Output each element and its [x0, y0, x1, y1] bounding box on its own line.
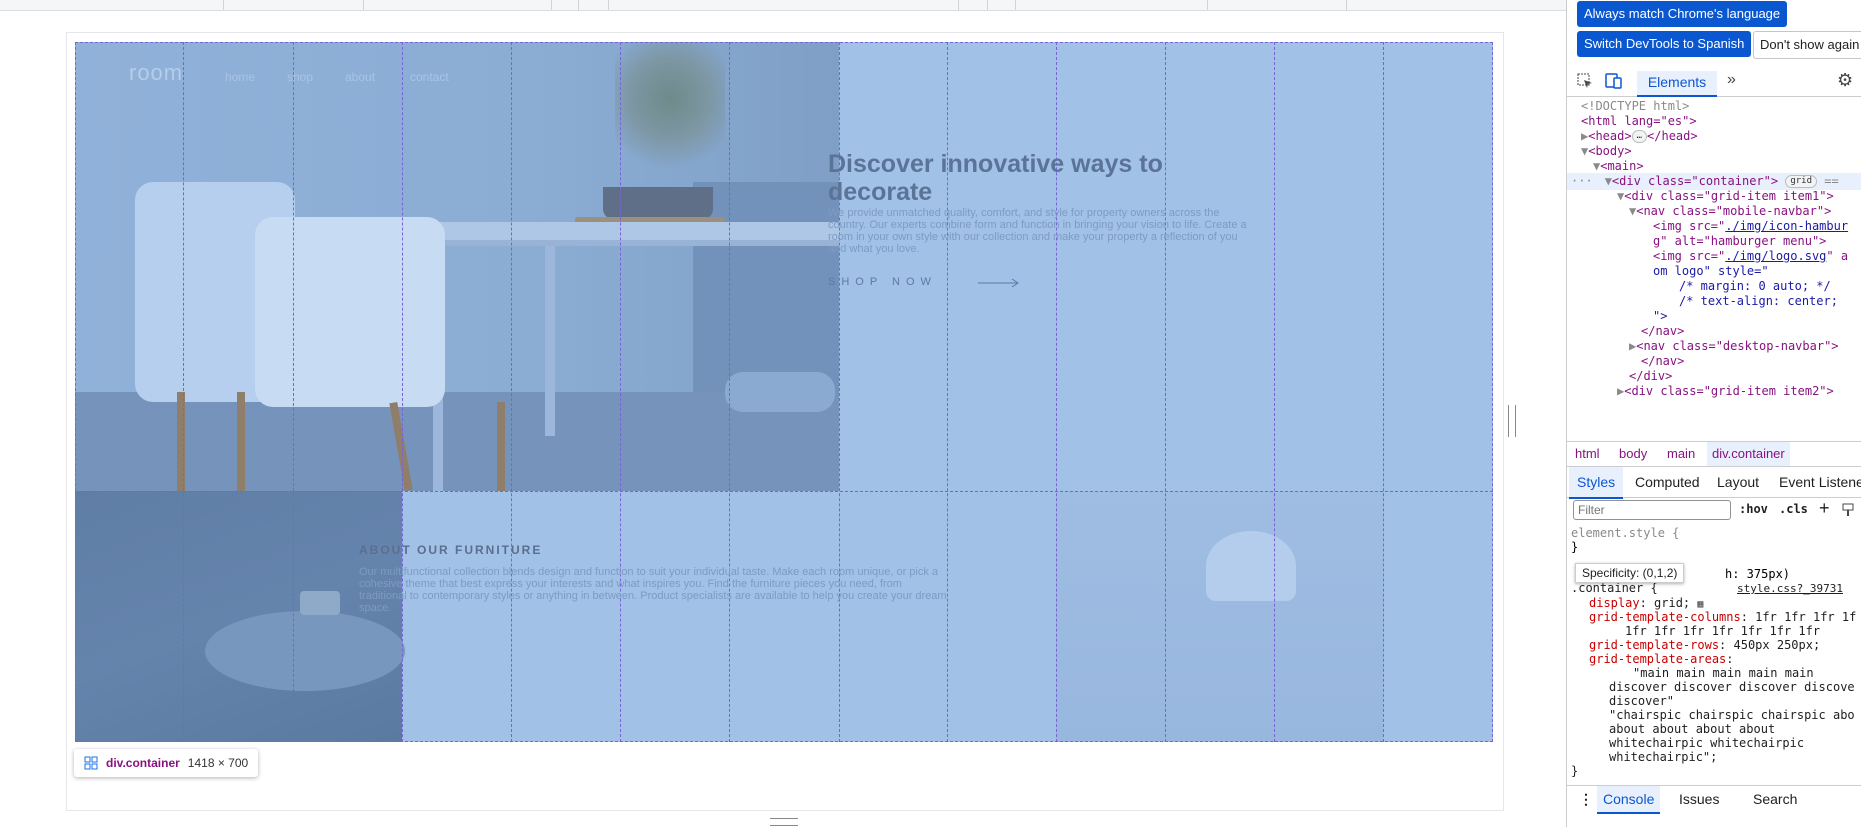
row-options-icon[interactable]: ··· — [1571, 174, 1593, 188]
hero-heading: Discover innovative ways to decorate — [828, 150, 1163, 206]
decl-cols-val: 1fr 1fr 1fr 1f — [1755, 610, 1857, 624]
ruler-tick — [551, 0, 552, 10]
dom-comment-1-text: /* margin: 0 auto; */ — [1679, 279, 1831, 293]
devtools-panel: Always match Chrome's language Switch De… — [1566, 0, 1861, 827]
dom-item2-tag: <div class="grid-item item2"> — [1624, 384, 1834, 398]
collapse-arrow-icon[interactable]: ▼ — [1605, 174, 1612, 188]
ruler-tick — [958, 0, 959, 10]
dom-container-tag: <div class="container"> — [1611, 174, 1779, 188]
decl-rows-prop: grid-template-rows — [1589, 638, 1720, 652]
always-match-language-button[interactable]: Always match Chrome's language — [1577, 1, 1788, 27]
dom-tree[interactable]: <!DOCTYPE html> <html lang="es"> ▶<head>… — [1567, 98, 1861, 440]
devtools-toolbar: Elements » ⚙ — [1567, 66, 1861, 97]
badge-selector: div.container — [106, 756, 180, 770]
top-ruler — [0, 0, 1566, 11]
ruler-tick — [363, 0, 364, 10]
dom-body-tag: <body> — [1588, 144, 1632, 158]
rule-close: } — [1571, 764, 1579, 778]
crumb-div-container[interactable]: div.container — [1707, 442, 1790, 466]
settings-gear-icon[interactable]: ⚙ — [1837, 70, 1853, 91]
tab-event-listeners[interactable]: Event Listeners — [1779, 467, 1861, 497]
dom-img1-a: <img src=" — [1653, 219, 1726, 233]
hero-description: We provide unmatched quality, comfort, a… — [828, 207, 1247, 255]
hov-toggle[interactable]: :hov — [1739, 502, 1768, 516]
tab-computed[interactable]: Computed — [1635, 467, 1700, 497]
decl-cols-prop: grid-template-columns — [1589, 610, 1741, 624]
drawer-menu-icon[interactable]: ⋮ — [1579, 786, 1593, 812]
tab-console[interactable]: Console — [1597, 786, 1661, 814]
crumb-main[interactable]: main — [1667, 442, 1695, 466]
crumb-html[interactable]: html — [1575, 442, 1600, 466]
dom-item2[interactable]: ▶<div class="grid-item item2"> — [1617, 383, 1834, 400]
dom-main-tag: <main> — [1600, 159, 1644, 173]
styles-filter-input[interactable]: Filter — [1573, 500, 1731, 520]
dom-attr-close-text: "> — [1653, 309, 1668, 323]
dom-item1-tag: <div class="grid-item item1"> — [1624, 189, 1834, 203]
dom-comment-2-text: /* text-align: center; — [1679, 294, 1838, 308]
cls-toggle[interactable]: .cls — [1779, 502, 1808, 516]
dom-img1-b: g" alt="hamburger menu"> — [1653, 234, 1827, 248]
drawer-tabs: ⋮ Console Issues Search — [1567, 785, 1861, 814]
ruler-tick — [1346, 0, 1347, 10]
ruler-tick — [987, 0, 988, 10]
dom-img2-src[interactable]: ./img/logo.svg — [1725, 249, 1826, 263]
dom-div-close-tag: </div> — [1629, 369, 1673, 383]
dom-nav-close-tag: </nav> — [1641, 324, 1685, 338]
shop-now-link[interactable]: SHOP NOW — [828, 276, 937, 288]
specificity-tooltip: Specificity: (0,1,2) — [1575, 563, 1685, 583]
dom-head-close: </head> — [1647, 129, 1698, 143]
ruler-tick — [578, 0, 579, 10]
viewport-resize-handle[interactable] — [1508, 405, 1516, 437]
dom-mobile-nav-tag: <nav class="mobile-navbar"> — [1636, 204, 1832, 218]
tab-layout[interactable]: Layout — [1717, 467, 1759, 497]
new-style-rule-icon[interactable]: + — [1819, 498, 1830, 519]
styles-subtabs: Styles Computed Layout Event Listeners — [1567, 467, 1861, 499]
element-style-selector: element.style { — [1571, 526, 1680, 540]
decl-rows-val: 450px 250px; — [1733, 638, 1821, 652]
ruler-tick — [608, 0, 609, 10]
element-style-rule[interactable]: element.style { — [1571, 525, 1679, 542]
grid-badge[interactable]: grid — [1785, 175, 1818, 188]
inspect-element-icon[interactable] — [1577, 73, 1593, 89]
dom-head-open: <head> — [1588, 129, 1632, 143]
decl-areas-prop: grid-template-areas — [1589, 652, 1727, 666]
ruler-tick — [1207, 0, 1208, 10]
about-description: Our multifunctional collection blends de… — [359, 566, 947, 614]
about-title: ABOUT OUR FURNITURE — [359, 543, 543, 557]
element-style-close: } — [1571, 540, 1579, 554]
breadcrumb: html body main div.container — [1567, 441, 1861, 467]
viewport-bottom-resize-handle[interactable] — [770, 818, 798, 826]
dont-show-again-button[interactable]: Don't show again — [1753, 31, 1861, 59]
paint-brush-icon[interactable] — [1841, 503, 1855, 517]
decl-display-val: grid; — [1654, 596, 1691, 610]
dom-img1-src[interactable]: ./img/icon-hambur — [1725, 219, 1848, 233]
dom-html-tag: <html lang="es"> — [1581, 114, 1697, 128]
dom-img2-c: om logo" style=" — [1653, 264, 1769, 278]
tab-elements[interactable]: Elements — [1637, 71, 1717, 97]
ruler-tick — [1015, 0, 1016, 10]
crumb-body[interactable]: body — [1619, 442, 1647, 466]
device-toolbar-icon[interactable] — [1605, 73, 1623, 89]
dom-img2-b: " a — [1826, 249, 1849, 263]
dom-desktop-nav-tag: <nav class="desktop-navbar"> — [1636, 339, 1839, 353]
dom-nav-close-2-tag: </nav> — [1641, 354, 1685, 368]
grid-icon — [84, 756, 98, 770]
dom-eq0: == — [1824, 174, 1839, 188]
arrow-right-icon[interactable] — [978, 278, 1020, 288]
decl-display-prop: display — [1589, 596, 1640, 610]
tab-styles[interactable]: Styles — [1569, 467, 1624, 499]
stylesheet-link[interactable]: style.css?_39731 — [1737, 580, 1843, 597]
areas-line-7: whitechairpic"; — [1609, 750, 1718, 764]
ruler-tick — [223, 0, 224, 10]
switch-devtools-spanish-button[interactable]: Switch DevTools to Spanish — [1577, 31, 1752, 57]
element-size-badge: div.container 1418 × 700 — [74, 749, 259, 777]
tab-search[interactable]: Search — [1753, 786, 1797, 812]
dom-img2-a: <img src=" — [1653, 249, 1726, 263]
ellipsis-icon[interactable]: … — [1631, 130, 1648, 143]
more-tabs-icon[interactable]: » — [1727, 71, 1736, 89]
grid-overlay-border — [75, 42, 1493, 742]
dom-comment-2[interactable]: /* text-align: center; — [1679, 293, 1838, 310]
tab-issues[interactable]: Issues — [1679, 786, 1719, 812]
badge-dimensions: 1418 × 700 — [187, 756, 249, 770]
